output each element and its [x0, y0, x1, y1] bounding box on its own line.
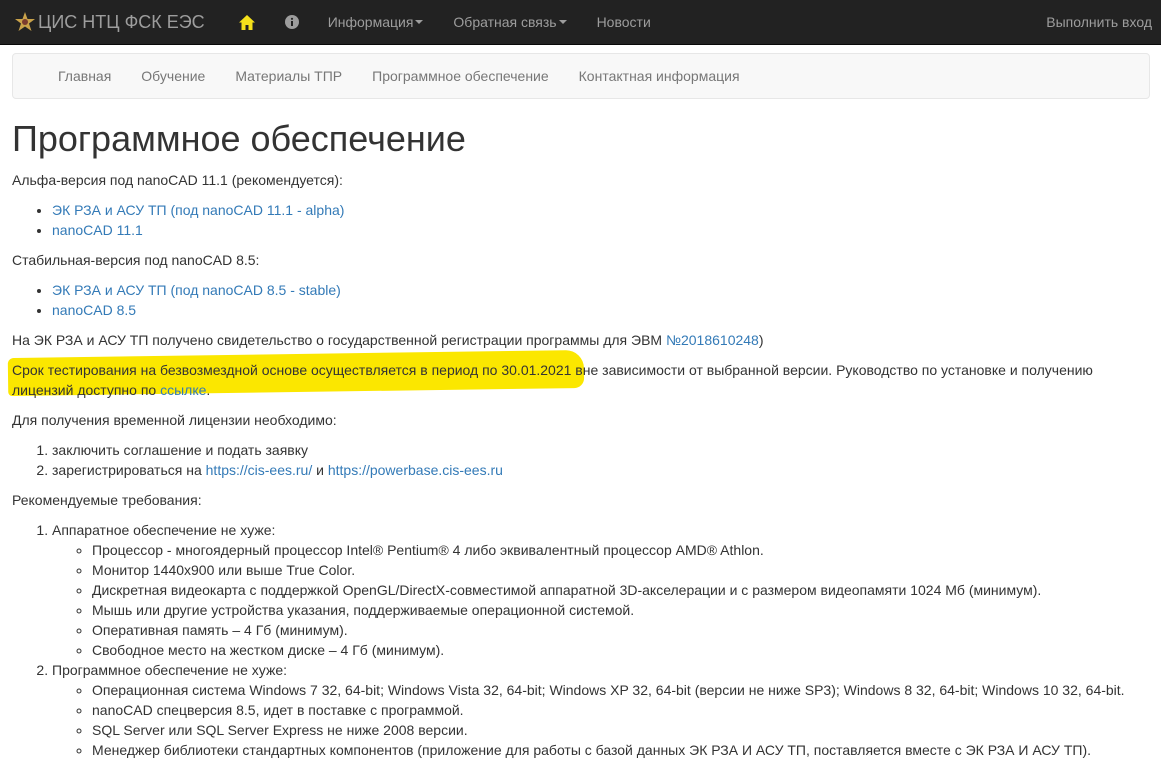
menu-information-label: Информация — [327, 14, 414, 30]
list-item: ЭК РЗА и АСУ ТП (под nanoCAD 11.1 - alph… — [52, 200, 1149, 220]
list-item: Операционная система Windows 7 32, 64-bi… — [92, 680, 1149, 700]
stable-heading: Стабильная-версия под nanoCAD 8.5: — [12, 251, 260, 268]
guide-link[interactable]: ссылке — [160, 382, 206, 398]
stable-ek-link[interactable]: ЭК РЗА и АСУ ТП (под nanoCAD 8.5 - stabl… — [52, 282, 341, 298]
main-content: Программное обеспечение Альфа-версия под… — [0, 119, 1161, 760]
powerbase-link[interactable]: https://powerbase.cis-ees.ru — [328, 462, 503, 478]
requirements-heading: Рекомендуемые требования: — [12, 491, 202, 508]
certificate-text: На ЭК РЗА и АСУ ТП получено свидетельств… — [12, 331, 666, 348]
login-link[interactable]: Выполнить вход — [1046, 0, 1152, 44]
certificate-link[interactable]: №2018610248 — [666, 332, 759, 348]
menu-feedback-label: Обратная связь — [453, 14, 557, 30]
star-logo-icon — [15, 12, 35, 31]
menu-feedback[interactable]: Обратная связь — [438, 0, 581, 44]
subnav-materials[interactable]: Материалы ТПР — [220, 68, 357, 84]
list-item: Оперативная память – 4 Гб (минимум). — [92, 620, 1149, 640]
subnav-software[interactable]: Программное обеспечение — [357, 68, 564, 84]
list-item: Процессор - многоядерный процессор Intel… — [92, 540, 1149, 560]
software-list: Операционная система Windows 7 32, 64-bi… — [52, 680, 1149, 760]
top-navbar: ЦИС НТЦ ФСК ЕЭС Информация Обратная связ… — [0, 0, 1161, 45]
alpha-ek-link[interactable]: ЭК РЗА и АСУ ТП (под nanoCAD 11.1 - alph… — [52, 202, 344, 218]
list-item: зарегистрироваться на https://cis-ees.ru… — [52, 460, 1149, 480]
license-step2-text: зарегистрироваться на — [52, 461, 206, 478]
home-button[interactable] — [223, 0, 271, 44]
list-item: Программное обеспечение не хуже: Операци… — [52, 660, 1149, 760]
certificate-paragraph: На ЭК РЗА и АСУ ТП получено свидетельств… — [12, 330, 1149, 350]
hardware-list: Процессор - многоядерный процессор Intel… — [52, 540, 1149, 660]
chevron-down-icon — [558, 20, 567, 24]
alpha-nanocad-link[interactable]: nanoCAD 11.1 — [52, 222, 143, 238]
stable-nanocad-link[interactable]: nanoCAD 8.5 — [52, 302, 136, 318]
menu-information[interactable]: Информация — [313, 0, 439, 44]
license-heading: Для получения временной лицензии необход… — [12, 411, 337, 428]
list-item: nanoCAD 8.5 — [52, 300, 1149, 320]
list-item: заключить соглашение и подать заявку — [52, 440, 1149, 460]
list-item: Мышь или другие устройства указания, под… — [92, 600, 1149, 620]
list-item: Монитор 1440х900 или выше True Color. — [92, 560, 1149, 580]
list-item: Аппаратное обеспечение не хуже: Процессо… — [52, 520, 1149, 660]
stable-list: ЭК РЗА и АСУ ТП (под nanoCAD 8.5 - stabl… — [12, 280, 1149, 320]
chevron-down-icon — [415, 20, 424, 24]
info-button[interactable] — [271, 0, 313, 44]
secondary-navbar: Главная Обучение Материалы ТПР Программн… — [12, 53, 1150, 99]
list-item: Свободное место на жестком диске – 4 Гб … — [92, 640, 1149, 660]
info-icon — [284, 15, 299, 29]
testing-end: . — [206, 381, 211, 398]
cis-ees-link[interactable]: https://cis-ees.ru/ — [206, 462, 313, 478]
list-item: Менеджер библиотеки стандартных компонен… — [92, 740, 1149, 760]
list-item: ЭК РЗА и АСУ ТП (под nanoCAD 8.5 - stabl… — [52, 280, 1149, 300]
menu-news[interactable]: Новости — [582, 0, 666, 44]
license-and: и — [312, 461, 328, 478]
license-steps: заключить соглашение и подать заявку зар… — [12, 440, 1149, 480]
alpha-heading: Альфа-версия под nanoCAD 11.1 (рекоменду… — [12, 171, 343, 188]
software-heading: Программное обеспечение не хуже: — [52, 661, 288, 678]
certificate-close: ) — [758, 331, 764, 348]
subnav-contacts[interactable]: Контактная информация — [564, 68, 755, 84]
list-item: nanoCAD спецверсия 8.5, идет в поставке … — [92, 700, 1149, 720]
page-title: Программное обеспечение — [12, 118, 466, 159]
home-icon — [238, 14, 255, 30]
list-item: SQL Server или SQL Server Express не ниж… — [92, 720, 1149, 740]
subnav-training[interactable]: Обучение — [126, 68, 220, 84]
requirements-list: Аппаратное обеспечение не хуже: Процессо… — [12, 520, 1149, 760]
testing-highlighted-text: Срок тестирования на безвозмездной основ… — [12, 361, 572, 378]
list-item: Дискретная видеокарта с поддержкой OpenG… — [92, 580, 1149, 600]
hardware-heading: Аппаратное обеспечение не хуже: — [52, 521, 276, 538]
brand-title: ЦИС НТЦ ФСК ЕЭС — [38, 11, 205, 32]
list-item: nanoCAD 11.1 — [52, 220, 1149, 240]
alpha-list: ЭК РЗА и АСУ ТП (под nanoCAD 11.1 - alph… — [12, 200, 1149, 240]
testing-paragraph: Срок тестирования на безвозмездной основ… — [7, 349, 1149, 400]
subnav-home[interactable]: Главная — [43, 68, 126, 84]
brand-link[interactable]: ЦИС НТЦ ФСК ЕЭС — [0, 0, 223, 44]
